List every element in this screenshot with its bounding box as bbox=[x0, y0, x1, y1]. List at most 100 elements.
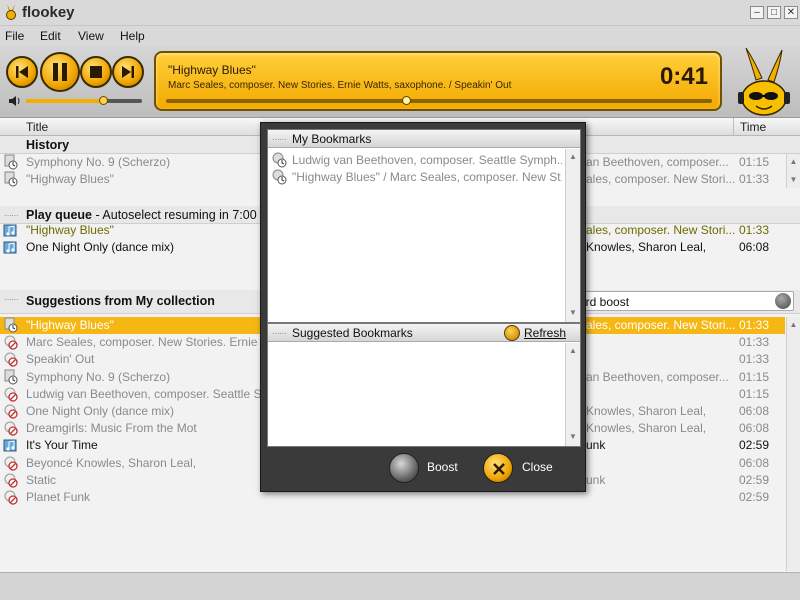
search-value: ord boost bbox=[579, 295, 630, 309]
row-time: 02:59 bbox=[739, 472, 770, 487]
volume-fill bbox=[26, 99, 103, 103]
row-artist: ales, composer. New Stori... bbox=[586, 223, 736, 237]
volume-knob[interactable] bbox=[98, 96, 108, 105]
bookmark-text: "Highway Blues" / Marc Seales, composer.… bbox=[292, 170, 562, 184]
history-scrollbar[interactable]: ▲ ▼ bbox=[786, 154, 800, 188]
my-bookmarks-title: My Bookmarks bbox=[292, 132, 372, 146]
volume-icon[interactable] bbox=[8, 95, 22, 107]
now-playing-display: "Highway Blues" Marc Seales, composer. N… bbox=[154, 51, 722, 111]
scroll-down-arrow[interactable]: ▼ bbox=[788, 174, 799, 186]
row-time: 01:15 bbox=[739, 369, 770, 384]
x-mark-icon bbox=[493, 463, 505, 475]
row-title: Symphony No. 9 (Scherzo) bbox=[26, 369, 171, 384]
row-title: It's Your Time bbox=[26, 438, 98, 453]
scroll-up-arrow[interactable]: ▲ bbox=[567, 151, 579, 163]
suggested-bookmarks-title: Suggested Bookmarks bbox=[292, 326, 413, 340]
history-track-icon bbox=[4, 317, 18, 333]
seek-knob[interactable] bbox=[402, 96, 412, 105]
row-time: 01:33 bbox=[739, 172, 770, 186]
menu-edit[interactable]: Edit bbox=[40, 29, 61, 43]
row-artist: unk bbox=[586, 438, 606, 453]
scroll-up-arrow[interactable]: ▲ bbox=[788, 319, 799, 331]
bookmark-text: Ludwig van Beethoven, composer. Seattle … bbox=[292, 153, 562, 167]
now-playing-title: "Highway Blues" bbox=[168, 63, 256, 77]
grip-icon: ⋯⋯ bbox=[4, 211, 19, 220]
row-time: 01:33 bbox=[739, 335, 770, 350]
my-bookmarks-scrollbar[interactable]: ▲ ▼ bbox=[565, 149, 580, 322]
bookmarks-dialog: ⋯⋯ My Bookmarks Ludwig van Beethoven, co… bbox=[260, 122, 586, 492]
bunny-logo-icon bbox=[6, 4, 16, 20]
bookmark-track-icon bbox=[272, 152, 287, 168]
queue-label: Play queue - Autoselect resuming in 7:00 bbox=[26, 208, 257, 222]
close-icon[interactable] bbox=[483, 453, 513, 483]
column-title[interactable]: Title bbox=[26, 120, 48, 134]
menu-view[interactable]: View bbox=[78, 29, 104, 43]
bookmark-item[interactable]: "Highway Blues" / Marc Seales, composer.… bbox=[268, 169, 564, 186]
row-time: 06:08 bbox=[739, 455, 770, 470]
refresh-icon[interactable] bbox=[504, 325, 520, 341]
music-note-icon bbox=[3, 241, 17, 254]
suggestions-scrollbar[interactable]: ▲ bbox=[786, 317, 800, 571]
menu-help[interactable]: Help bbox=[120, 29, 145, 43]
scroll-up-arrow[interactable]: ▲ bbox=[788, 156, 799, 168]
music-note-icon bbox=[3, 224, 17, 237]
close-button[interactable]: Close bbox=[522, 460, 553, 474]
player-panel: "Highway Blues" Marc Seales, composer. N… bbox=[0, 46, 800, 118]
row-time: 06:08 bbox=[739, 404, 770, 418]
next-button[interactable] bbox=[112, 56, 144, 88]
minimize-button[interactable]: – bbox=[750, 6, 764, 19]
row-artist: an Beethoven, composer... bbox=[586, 155, 729, 169]
boost-icon[interactable] bbox=[389, 453, 419, 483]
row-title: One Night Only (dance mix) bbox=[26, 240, 175, 254]
row-artist: an Beethoven, composer... bbox=[586, 369, 729, 384]
row-time: 02:59 bbox=[739, 438, 770, 453]
previous-button[interactable] bbox=[6, 56, 38, 88]
my-bookmarks-panel: ⋯⋯ My Bookmarks Ludwig van Beethoven, co… bbox=[267, 129, 581, 323]
row-artist: Knowles, Sharon Leal, bbox=[586, 404, 707, 418]
bookmark-item[interactable]: Ludwig van Beethoven, composer. Seattle … bbox=[268, 152, 564, 169]
menu-file[interactable]: File bbox=[5, 29, 24, 43]
row-artist: ales, composer. New Stori... bbox=[586, 318, 736, 332]
stop-icon bbox=[90, 66, 102, 78]
my-bookmarks-header: ⋯⋯ My Bookmarks bbox=[268, 130, 580, 148]
scroll-down-arrow[interactable]: ▼ bbox=[567, 431, 579, 443]
search-go-icon[interactable] bbox=[775, 293, 791, 309]
grip-icon: ⋯⋯ bbox=[272, 135, 287, 144]
now-playing-meta: Marc Seales, composer. New Stories. Erni… bbox=[168, 80, 512, 91]
row-title: "Highway Blues" bbox=[26, 318, 114, 332]
row-title: Dreamgirls: Music From the Mot bbox=[26, 421, 197, 436]
history-track-icon bbox=[4, 171, 18, 187]
suggested-bookmarks-scrollbar[interactable]: ▲ ▼ bbox=[565, 343, 580, 446]
maximize-button[interactable]: □ bbox=[767, 6, 781, 19]
row-time: 01:33 bbox=[739, 318, 770, 332]
refresh-button[interactable]: Refresh bbox=[524, 326, 566, 340]
pause-button[interactable] bbox=[40, 52, 80, 92]
row-title: One Night Only (dance mix) bbox=[26, 404, 175, 418]
row-time: 06:08 bbox=[739, 421, 770, 436]
seek-bar[interactable] bbox=[166, 96, 712, 105]
scroll-down-arrow[interactable]: ▼ bbox=[567, 307, 579, 319]
history-label: History bbox=[26, 138, 70, 152]
keyword-boost-input[interactable]: ord boost bbox=[574, 291, 794, 311]
boost-button[interactable]: Boost bbox=[427, 460, 458, 474]
scroll-up-arrow[interactable]: ▲ bbox=[567, 345, 579, 357]
volume-slider[interactable] bbox=[26, 96, 142, 105]
row-title: Marc Seales, composer. New Stories. Erni… bbox=[26, 335, 273, 350]
menu-bar: File Edit View Help bbox=[0, 26, 800, 46]
queue-title: Play queue bbox=[26, 208, 92, 222]
stop-button[interactable] bbox=[80, 56, 112, 88]
history-track-icon bbox=[4, 154, 18, 170]
not-available-icon bbox=[4, 490, 18, 505]
bookmark-track-icon bbox=[272, 169, 287, 185]
close-window-button[interactable]: ✕ bbox=[784, 6, 798, 19]
history-track-icon bbox=[4, 369, 18, 385]
row-time: 06:08 bbox=[739, 240, 770, 254]
elapsed-time: 0:41 bbox=[659, 63, 708, 90]
title-bar: flookey – □ ✕ bbox=[0, 0, 800, 26]
column-separator[interactable] bbox=[733, 118, 734, 136]
queue-sublabel: - Autoselect resuming in 7:00 bbox=[92, 208, 257, 222]
row-title: "Highway Blues" bbox=[26, 172, 114, 186]
row-time: 01:15 bbox=[739, 386, 770, 401]
column-time[interactable]: Time bbox=[740, 120, 766, 134]
row-artist: Knowles, Sharon Leal, bbox=[586, 421, 707, 436]
